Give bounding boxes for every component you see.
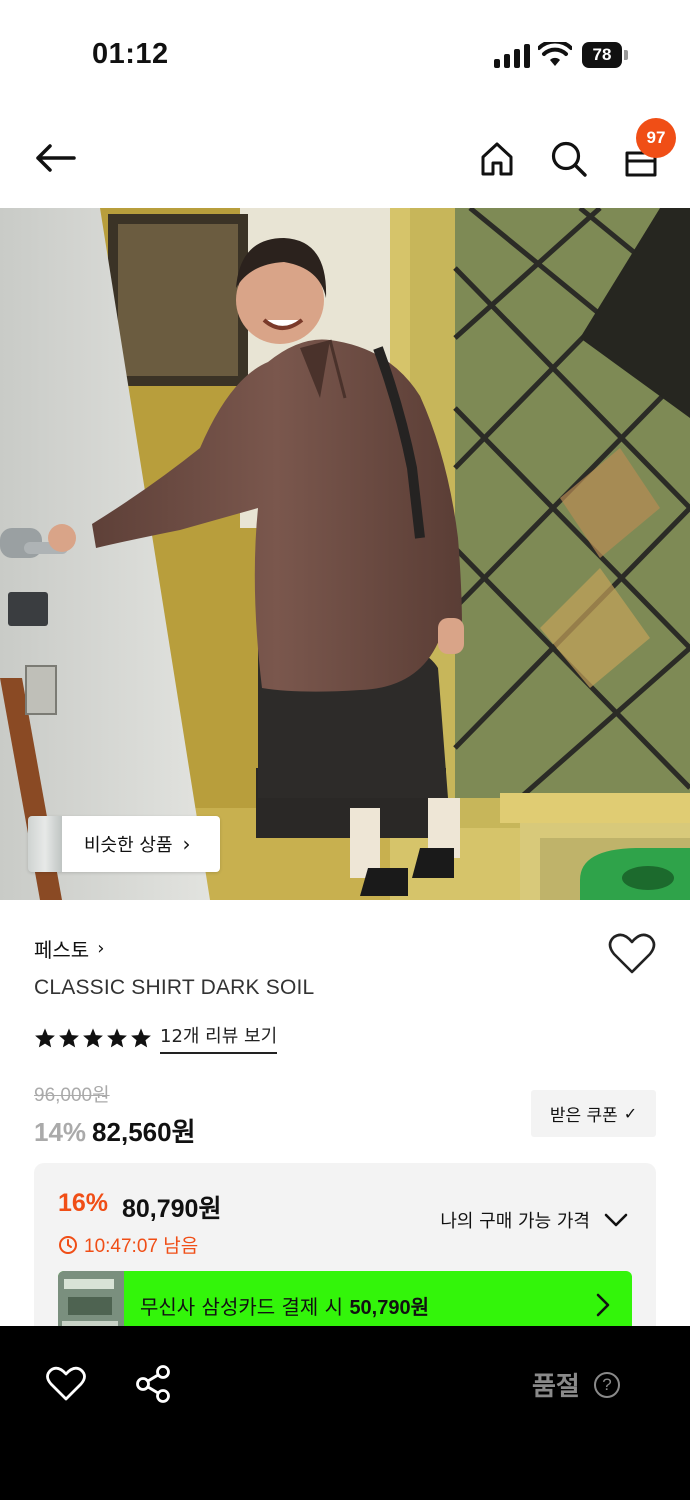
chevron-down-icon	[604, 1213, 628, 1227]
rating-row: 12개 리뷰 보기	[34, 1022, 278, 1054]
top-nav-bar	[0, 110, 690, 208]
card-promo-price: 50,790원	[349, 1297, 430, 1319]
chevron-right-icon	[596, 1293, 610, 1317]
review-link[interactable]: 12개 리뷰 보기	[160, 1022, 278, 1054]
bottom-wishlist-button[interactable]	[46, 1366, 86, 1402]
star-icon	[35, 1028, 55, 1048]
original-price: 96,000원	[34, 1085, 110, 1106]
best-discount-rate: 16%	[58, 1189, 109, 1217]
clock-icon	[59, 1235, 77, 1254]
status-time: 01:12	[92, 38, 169, 70]
similar-products-label: 비슷한 상품	[84, 835, 173, 856]
card-promo-prefix: 무신사 삼성카드 결제 시	[140, 1295, 350, 1319]
battery-level: 78	[582, 42, 622, 68]
brand-link[interactable]: 페스토 ›	[34, 934, 104, 963]
home-icon	[481, 142, 513, 176]
my-price-toggle[interactable]: 나의 구매 가능 가격	[440, 1207, 628, 1233]
card-promo-text: 무신사 삼성카드 결제 시 50,790원	[140, 1291, 429, 1320]
discount-rate: 14%	[34, 1117, 87, 1147]
rating-stars	[34, 1027, 152, 1049]
wishlist-button[interactable]	[608, 932, 656, 976]
best-price: 80,790원	[122, 1195, 222, 1223]
coupon-button-label: 받은 쿠폰	[549, 1106, 618, 1126]
chevron-right-icon: ›	[97, 938, 105, 959]
bottom-action-bar: 품절 ?	[0, 1326, 690, 1500]
star-icon	[107, 1028, 127, 1048]
brand-name: 페스토	[34, 938, 90, 962]
similar-products-button[interactable]: 비슷한 상품 ›	[28, 816, 220, 872]
soldout-label: 품절	[532, 1372, 580, 1402]
search-icon	[551, 141, 587, 177]
heart-icon	[46, 1366, 86, 1401]
share-button[interactable]	[134, 1364, 172, 1404]
cart-count-badge: 97	[636, 118, 676, 158]
back-arrow-icon	[36, 144, 76, 172]
help-icon[interactable]: ?	[594, 1372, 620, 1398]
home-button[interactable]	[474, 135, 520, 183]
back-button[interactable]	[30, 135, 80, 181]
check-icon: ✓	[623, 1104, 638, 1123]
chevron-right-icon: ›	[182, 832, 191, 856]
product-main-image[interactable]	[0, 208, 690, 900]
wifi-icon	[538, 42, 572, 66]
search-button[interactable]	[546, 135, 592, 183]
star-icon	[131, 1028, 151, 1048]
sale-price: 82,560원	[92, 1117, 196, 1147]
star-icon	[83, 1028, 103, 1048]
heart-icon	[608, 933, 656, 974]
price-row: 14% 82,560원	[34, 1112, 196, 1149]
signal-icon	[494, 44, 530, 68]
timer-text: 10:47:07 남음	[84, 1236, 199, 1257]
product-title: CLASSIC SHIRT DARK SOIL	[34, 976, 315, 999]
my-price-label: 나의 구매 가능 가격	[440, 1211, 590, 1232]
received-coupon-button[interactable]: 받은 쿠폰 ✓	[531, 1090, 656, 1137]
star-icon	[59, 1028, 79, 1048]
share-icon	[136, 1365, 170, 1403]
similar-products-thumbnail	[28, 816, 62, 872]
product-photo	[0, 208, 690, 900]
battery-icon: 78	[582, 42, 628, 68]
countdown-timer: 10:47:07 남음	[58, 1231, 198, 1258]
status-bar: 01:12 78	[0, 0, 690, 110]
